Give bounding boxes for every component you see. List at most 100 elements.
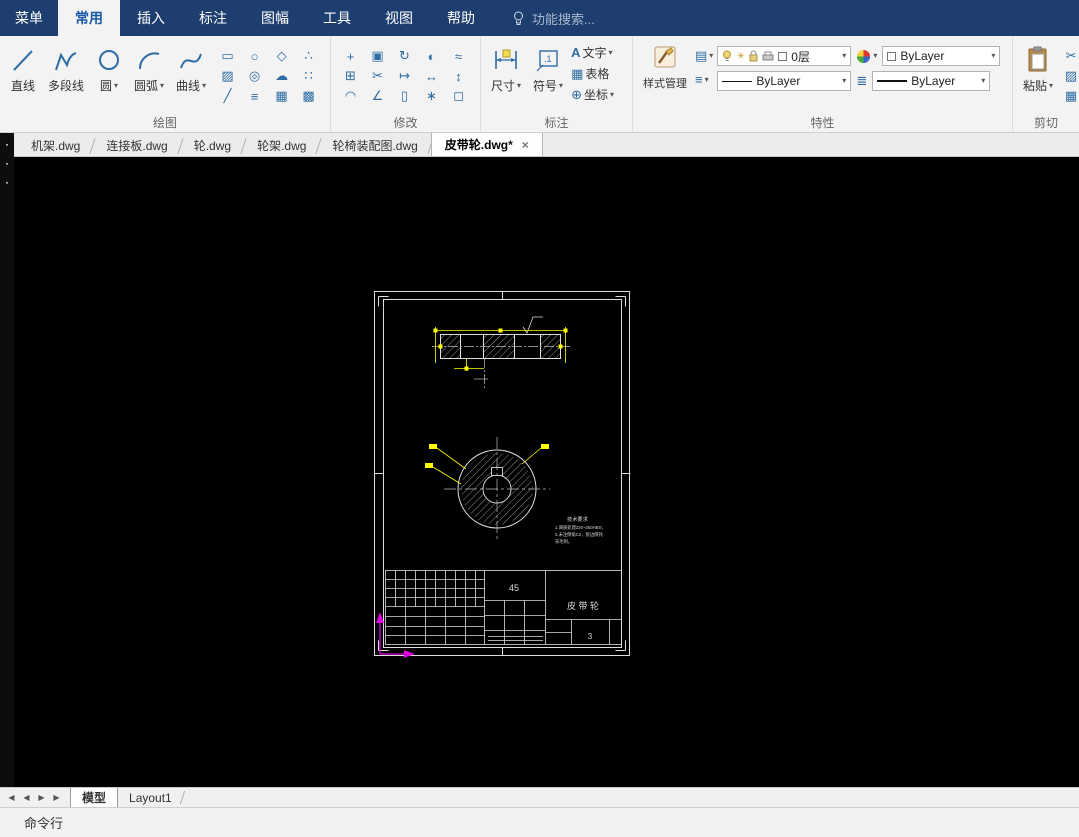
model-tab[interactable]: 模型 [70, 788, 119, 807]
explode-icon[interactable]: ∗ [418, 86, 445, 106]
title-block[interactable]: 45 皮 带 轮 3 [385, 570, 622, 645]
coordinate-tool-button[interactable]: ⊕ 坐标 ▾ [571, 86, 614, 103]
linetype-sample-icon [722, 80, 753, 82]
doc-tab-pidailun-active[interactable]: 皮带轮.dwg* × [430, 132, 543, 156]
color-picker-button[interactable]: ▾ [856, 49, 877, 64]
lineweight-combo-caret-icon: ▾ [981, 76, 986, 85]
menu-button[interactable]: 菜单 [0, 0, 58, 36]
region-icon[interactable]: ▦ [268, 86, 295, 106]
model-space-canvas[interactable]: 技术要求 1.调质处理220~250HBS； 2.未注倒角C2，锐边倒钝 去毛刺… [0, 157, 1079, 787]
palette-b-icon[interactable]: ▪ [1, 158, 13, 170]
ribbon-group-annotate: 尺寸 ▾ .1 符号 ▾ A 文字 ▾ ▦ 表格 ⊕ 坐标 ▾ 标注 [480, 36, 632, 132]
text-icon: A [571, 45, 581, 60]
stretch-icon[interactable]: ↔ [418, 66, 445, 86]
match-properties-button[interactable]: ≡ ▾ [695, 72, 713, 87]
left-palette-strip[interactable]: ▪ ▪ ▪ [0, 133, 14, 787]
circular-view[interactable] [425, 437, 550, 541]
scale-icon[interactable]: ↕ [445, 66, 472, 86]
revision-cloud-icon[interactable]: ☁ [268, 66, 295, 86]
chamfer-icon[interactable]: ∠ [364, 86, 391, 106]
layout1-tab[interactable]: Layout1 [118, 788, 183, 807]
color-combo[interactable]: ByLayer ▾ [882, 46, 1001, 66]
spline-tool-button[interactable]: 曲线 ▾ [172, 44, 210, 96]
table-tool-button[interactable]: ▦ 表格 [571, 65, 614, 82]
symbol-tool-button[interactable]: .1 符号 ▾ [529, 44, 567, 96]
section-view[interactable] [432, 316, 570, 389]
circle-tool-button[interactable]: 圆 ▾ [92, 44, 126, 96]
nav-first-icon[interactable]: ◀ [4, 791, 19, 805]
format-brush-icon[interactable]: ▨ [1061, 66, 1079, 86]
nav-next-icon[interactable]: ▶ [34, 791, 49, 805]
wipeout-icon[interactable]: ▩ [295, 86, 322, 106]
doc-tab-lun[interactable]: 轮.dwg [181, 135, 244, 156]
ribbon-tab-annotate[interactable]: 标注 [182, 0, 244, 36]
arc-label: 圆弧 [134, 79, 159, 93]
layer-combo[interactable]: ☀ 0层 ▾ [717, 46, 852, 66]
polygon-icon[interactable]: ◇ [268, 46, 295, 66]
lineweight-settings-button[interactable]: ≣ [856, 73, 867, 89]
doc-tab-lunjia[interactable]: 轮架.dwg [244, 135, 319, 156]
dimension-tool-button[interactable]: 尺寸 ▾ [487, 44, 525, 96]
linetype-combo-caret-icon: ▾ [842, 76, 847, 85]
current-color-swatch [887, 51, 897, 61]
palette-a-icon[interactable]: ▪ [1, 139, 13, 151]
doc-tab-lianjieban[interactable]: 连接板.dwg [93, 135, 180, 156]
technical-notes[interactable]: 技术要求 1.调质处理220~250HBS； 2.未注倒角C2，锐边倒钝 去毛刺… [555, 515, 606, 545]
cut-icon[interactable]: ✂ [1061, 46, 1079, 66]
function-search[interactable]: 功能搜索... [512, 0, 595, 36]
paste-clipboard-icon [1028, 46, 1047, 72]
ribbon-tab-home[interactable]: 常用 [58, 0, 120, 36]
fillet-icon[interactable]: ◠ [337, 86, 364, 106]
modify-small-tools-grid: + ▣ ↻ ◐ ≈ ⊞ ✂ ↦ ↔ ↕ ◠ ∠ ▯ ∗ ◻ [337, 46, 472, 106]
ribbon-tab-insert[interactable]: 插入 [120, 0, 182, 36]
hatch-icon[interactable]: ▨ [214, 66, 241, 86]
dimension-label: 尺寸 [491, 79, 516, 93]
draw-group-label: 绘图 [152, 116, 177, 130]
construction-line-icon[interactable]: ╱ [214, 86, 241, 106]
paste-button[interactable]: 粘贴 ▾ [1019, 44, 1057, 96]
ribbon-tab-sheet[interactable]: 图幅 [244, 0, 306, 36]
arc-caret-icon: ▾ [160, 80, 165, 90]
polyline-tool-button[interactable]: 多段线 [44, 44, 88, 96]
nav-prev-icon[interactable]: ◀ [19, 791, 34, 805]
spline-icon [180, 53, 203, 69]
color-combo-caret-icon: ▾ [991, 51, 996, 60]
doc-tab-lunyi-zhuangpeitu[interactable]: 轮椅装配图.dwg [319, 135, 430, 156]
extend-icon[interactable]: ↦ [391, 66, 418, 86]
rectangle-icon[interactable]: ▭ [214, 46, 241, 66]
text-tool-button[interactable]: A 文字 ▾ [571, 44, 614, 61]
style-manager-button[interactable]: 样式管理 [639, 44, 691, 93]
break-icon[interactable]: ▯ [391, 86, 418, 106]
multiline-icon[interactable]: ≡ [241, 86, 268, 106]
object-properties-button[interactable]: ▤ ▾ [695, 48, 713, 64]
ribbon-tab-view[interactable]: 视图 [368, 0, 430, 36]
array-icon[interactable]: ⊞ [337, 66, 364, 86]
mirror-icon[interactable]: ◐ [418, 46, 445, 66]
rotate-icon[interactable]: ↻ [391, 46, 418, 66]
svg-text:1.调质处理220~250HBS；: 1.调质处理220~250HBS； [555, 524, 606, 531]
copy-icon[interactable]: ▣ [364, 46, 391, 66]
donut-icon[interactable]: ◎ [241, 66, 268, 86]
properties-group-label: 特性 [810, 116, 835, 130]
ellipse-icon[interactable]: ○ [241, 46, 268, 66]
line-label: 直线 [10, 79, 35, 93]
command-line-bar[interactable]: 命令行 [0, 807, 1079, 837]
lineweight-combo[interactable]: ByLayer ▾ [872, 71, 991, 91]
move-icon[interactable]: + [337, 46, 364, 66]
linetype-combo[interactable]: ByLayer ▾ [717, 71, 852, 91]
trim-icon[interactable]: ✂ [364, 66, 391, 86]
point-icon[interactable]: ∴ [295, 46, 322, 66]
ucs-icon [376, 612, 415, 658]
erase-icon[interactable]: ◻ [445, 86, 472, 106]
copy-clip-icon[interactable]: ▦ [1061, 86, 1079, 106]
palette-c-icon[interactable]: ▪ [1, 177, 13, 189]
close-tab-icon[interactable]: × [522, 139, 529, 151]
nav-last-icon[interactable]: ▶ [49, 791, 64, 805]
ribbon-tab-tools[interactable]: 工具 [306, 0, 368, 36]
arc-tool-button[interactable]: 圆弧 ▾ [130, 44, 168, 96]
doc-tab-jijia[interactable]: 机架.dwg [18, 135, 93, 156]
ribbon-tab-help[interactable]: 帮助 [430, 0, 492, 36]
offset-icon[interactable]: ≈ [445, 46, 472, 66]
divide-icon[interactable]: ∷ [295, 66, 322, 86]
line-tool-button[interactable]: 直线 [6, 44, 40, 96]
